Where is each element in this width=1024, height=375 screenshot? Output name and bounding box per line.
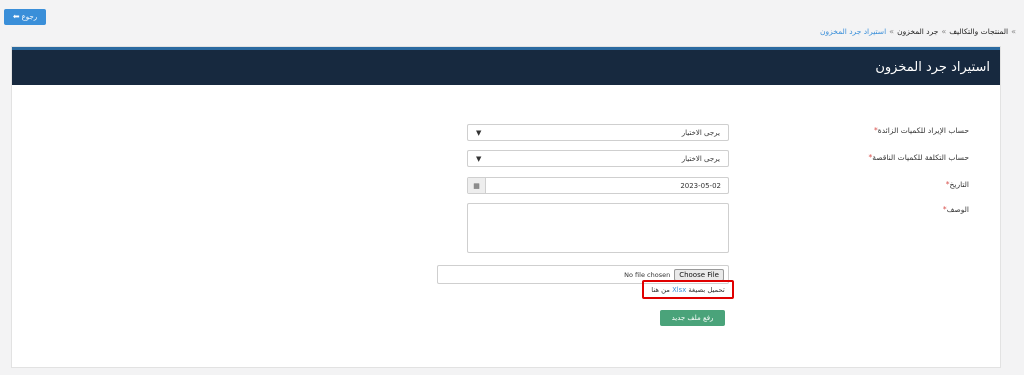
file-status: No file chosen [624, 270, 671, 279]
surplus-account-label: حساب الإيراد للكميات الزائدة* [874, 126, 969, 135]
breadcrumb-item-products[interactable]: المنتجات والتكاليف [949, 27, 1008, 36]
breadcrumb: » المنتجات والتكاليف » جرد المخزون » است… [820, 24, 1016, 38]
date-field[interactable]: ▦ 2023-05-02 [467, 177, 729, 194]
breadcrumb-item-inventory[interactable]: جرد المخزون [897, 27, 938, 36]
description-textarea[interactable] [467, 203, 729, 253]
calendar-icon[interactable]: ▦ [468, 178, 486, 193]
date-label: التاريخ* [945, 180, 969, 189]
date-value: 2023-05-02 [680, 181, 721, 190]
download-hint-suffix: من هنا [651, 285, 670, 294]
caret-down-icon: ▼ [476, 128, 482, 137]
breadcrumb-separator-icon: » [889, 26, 895, 36]
download-hint-format: Xlsx [672, 285, 687, 294]
upload-file-button[interactable]: رفع ملف جديد [660, 310, 725, 326]
arrow-left-icon: ⬅ [12, 12, 20, 21]
download-hint-prefix: تحميل بصيغة [688, 285, 725, 294]
import-panel: استيراد جرد المخزون حساب الإيراد للكميات… [11, 46, 1001, 368]
choose-file-button[interactable]: Choose File [674, 268, 724, 281]
breadcrumb-separator-icon: » [941, 26, 947, 36]
shortage-account-selected: يرجى الاختيار [681, 154, 720, 163]
description-label: الوصف* [942, 205, 969, 214]
panel-header: استيراد جرد المخزون [12, 50, 1000, 85]
back-button[interactable]: رجوع ⬅ [4, 9, 46, 25]
shortage-account-label: حساب التكلفة للكميات الناقصة* [868, 153, 969, 162]
surplus-account-select[interactable]: يرجى الاختيار ▼ [467, 124, 729, 141]
breadcrumb-item-current: استيراد جرد المخزون [820, 26, 887, 36]
shortage-account-select[interactable]: يرجى الاختيار ▼ [467, 150, 729, 167]
caret-down-icon: ▼ [476, 154, 482, 163]
back-button-label: رجوع [21, 13, 38, 21]
page-title: استيراد جرد المخزون [875, 60, 990, 75]
surplus-account-selected: يرجى الاختيار [681, 128, 720, 137]
download-template-link[interactable]: تحميل بصيغة Xlsx من هنا [642, 280, 734, 299]
breadcrumb-separator-icon: » [1011, 26, 1016, 36]
